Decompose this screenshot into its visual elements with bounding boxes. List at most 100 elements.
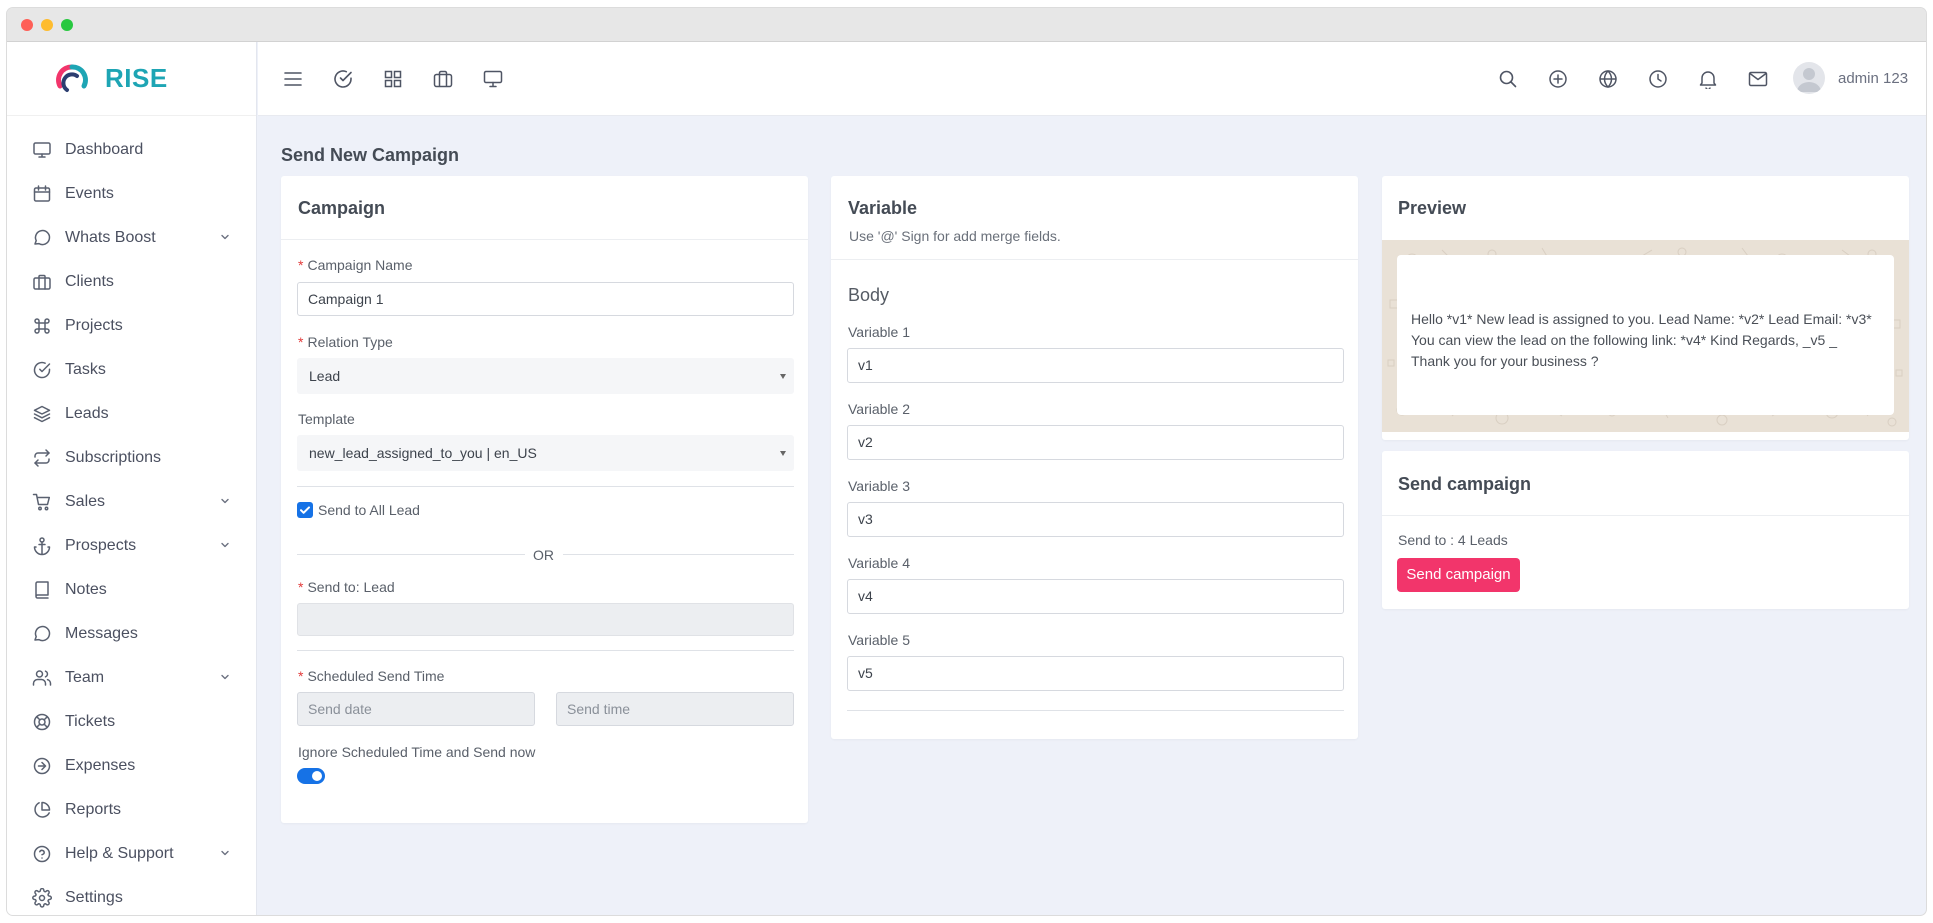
menu-toggle-icon[interactable]	[281, 67, 305, 91]
sidebar-item-tasks[interactable]: Tasks	[7, 348, 257, 392]
sidebar-item-label: Whats Boost	[65, 229, 156, 246]
variable-hint: Use '@' Sign for add merge fields.	[849, 228, 1061, 244]
title-bar	[7, 8, 1926, 42]
send-campaign-card-title: Send campaign	[1398, 474, 1532, 494]
template-label: Template	[298, 411, 355, 427]
sidebar-item-label: Tickets	[65, 713, 116, 730]
preview-line-2: You can view the lead on the following l…	[1411, 332, 1837, 348]
toggle-knob	[312, 771, 322, 781]
preview-line-1: Hello *v1* New lead is assigned to you. …	[1411, 311, 1872, 327]
life-buoy-icon	[31, 711, 53, 733]
minimize-window-button[interactable]	[41, 19, 53, 31]
repeat-icon	[31, 447, 53, 469]
variable-4-label: Variable 4	[848, 555, 911, 571]
send-time-input[interactable]: Send time	[556, 692, 794, 726]
variable-2-input[interactable]: v2	[847, 425, 1344, 460]
sidebar-item-tickets[interactable]: Tickets	[7, 700, 257, 744]
sidebar-item-projects[interactable]: Projects	[7, 304, 257, 348]
tasks-check-icon[interactable]	[331, 67, 355, 91]
sidebar-item-label: Reports	[65, 801, 122, 818]
anchor-icon	[31, 535, 53, 557]
user-avatar[interactable]	[1793, 62, 1825, 94]
mail-icon[interactable]	[1746, 67, 1770, 91]
sidebar-item-reports[interactable]: Reports	[7, 788, 257, 832]
avatar-person-icon	[1797, 68, 1821, 92]
send-to-label: * Send to: Lead	[298, 579, 395, 595]
or-divider-left	[297, 554, 525, 555]
brand-name: RISE	[105, 63, 168, 93]
send-all-label[interactable]: Send to All Lead	[318, 502, 420, 518]
sidebar-nav: Dashboard Events Whats Boost Clients Project…	[7, 128, 257, 915]
sidebar-item-messages[interactable]: Messages	[7, 612, 257, 656]
briefcase-icon	[31, 271, 53, 293]
send-campaign-button[interactable]: Send campaign	[1397, 558, 1520, 592]
monitor-icon[interactable]	[481, 67, 505, 91]
variable-1-label: Variable 1	[848, 324, 911, 340]
message-icon	[31, 623, 53, 645]
brand-logo[interactable]: RISE	[7, 42, 256, 116]
sidebar-item-team[interactable]: Team	[7, 656, 257, 700]
sidebar-item-label: Help & Support	[65, 845, 174, 862]
chat-bubble-icon	[31, 227, 53, 249]
relation-type-select[interactable]: Lead	[297, 358, 794, 394]
maximize-window-button[interactable]	[61, 19, 73, 31]
user-name[interactable]: admin 123	[1838, 70, 1908, 87]
sidebar-item-label: Subscriptions	[65, 449, 162, 466]
clock-icon[interactable]	[1646, 67, 1670, 91]
sidebar-item-help-support[interactable]: Help & Support	[7, 832, 257, 876]
browser-window: RISE Dashboard Events Whats Boost Clients Pr…	[7, 8, 1926, 915]
sidebar-item-clients[interactable]: Clients	[7, 260, 257, 304]
pie-chart-icon	[31, 799, 53, 821]
sidebar-item-events[interactable]: Events	[7, 172, 257, 216]
body-section-title: Body	[848, 285, 890, 305]
sidebar-item-label: Settings	[65, 889, 123, 906]
send-summary: Send to : 4 Leads	[1398, 532, 1508, 548]
variable-4-input[interactable]: v4	[847, 579, 1344, 614]
sidebar-item-expenses[interactable]: Expenses	[7, 744, 257, 788]
sidebar-item-dashboard[interactable]: Dashboard	[7, 128, 257, 172]
send-to-input[interactable]	[297, 603, 794, 636]
variable-3-input[interactable]: v3	[847, 502, 1344, 537]
check-circle-icon	[31, 359, 53, 381]
sidebar-item-whats-boost[interactable]: Whats Boost	[7, 216, 257, 260]
send-all-checkbox[interactable]	[297, 502, 313, 518]
divider	[297, 650, 794, 651]
sidebar-item-label: Sales	[65, 493, 106, 510]
top-bar: admin 123	[258, 42, 1926, 116]
campaign-name-input[interactable]: Campaign 1	[297, 282, 794, 316]
variable-5-label: Variable 5	[848, 632, 911, 648]
sidebar-item-sales[interactable]: Sales	[7, 480, 257, 524]
template-value: new_lead_assigned_to_you | en_US	[309, 445, 537, 461]
bell-icon[interactable]	[1696, 67, 1720, 91]
command-icon	[31, 315, 53, 337]
arrow-circle-icon	[31, 755, 53, 777]
sidebar-item-label: Tasks	[65, 361, 106, 378]
sidebar-item-prospects[interactable]: Prospects	[7, 524, 257, 568]
sidebar-item-notes[interactable]: Notes	[7, 568, 257, 612]
sidebar-item-subscriptions[interactable]: Subscriptions	[7, 436, 257, 480]
variable-card-divider	[831, 259, 1358, 260]
sidebar-item-settings[interactable]: Settings	[7, 876, 257, 915]
close-window-button[interactable]	[21, 19, 33, 31]
variable-1-input[interactable]: v1	[847, 348, 1344, 383]
briefcase-icon[interactable]	[431, 67, 455, 91]
send-now-toggle[interactable]	[297, 768, 325, 784]
search-icon[interactable]	[1496, 67, 1520, 91]
relation-type-label: * Relation Type	[298, 334, 393, 350]
send-card-divider	[1382, 515, 1909, 516]
rise-logo-icon	[56, 64, 88, 92]
chevron-down-icon	[219, 670, 231, 682]
send-date-input[interactable]: Send date	[297, 692, 535, 726]
users-icon	[31, 667, 53, 689]
chevron-down-icon	[219, 538, 231, 550]
or-text: OR	[533, 547, 554, 563]
chevron-down-icon	[780, 374, 786, 379]
sidebar-item-leads[interactable]: Leads	[7, 392, 257, 436]
add-circle-icon[interactable]	[1546, 67, 1570, 91]
book-icon	[31, 579, 53, 601]
globe-icon[interactable]	[1596, 67, 1620, 91]
campaign-name-label: * Campaign Name	[298, 257, 413, 273]
apps-grid-icon[interactable]	[381, 67, 405, 91]
variable-5-input[interactable]: v5	[847, 656, 1344, 691]
template-select[interactable]: new_lead_assigned_to_you | en_US	[297, 435, 794, 471]
